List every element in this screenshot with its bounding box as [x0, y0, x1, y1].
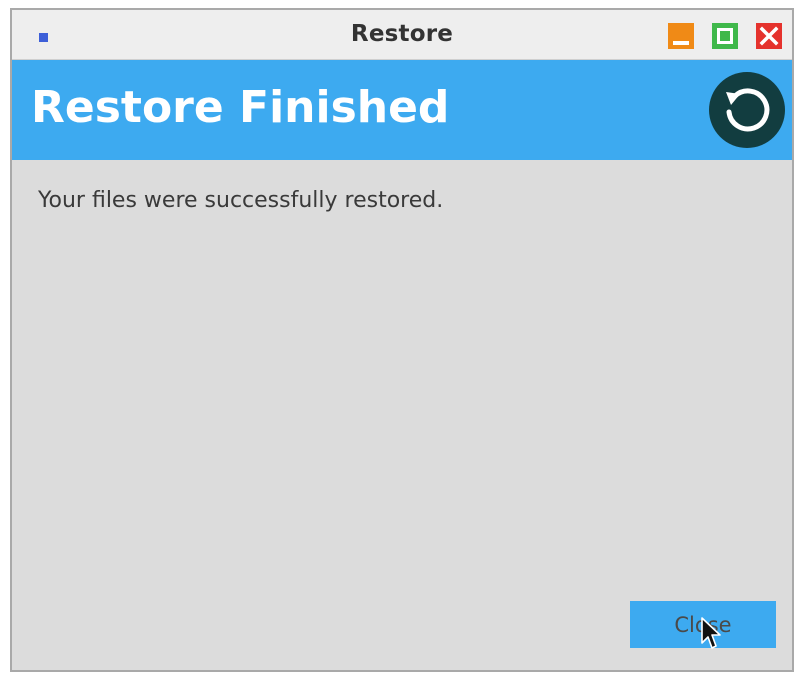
- minimize-button[interactable]: [668, 23, 694, 49]
- restore-dialog-window: Restore Restore Finished Your files were…: [10, 8, 794, 672]
- header-banner: Restore Finished: [12, 60, 792, 160]
- maximize-icon: [717, 28, 733, 44]
- restore-icon: [726, 88, 770, 132]
- header-title: Restore Finished: [31, 82, 450, 133]
- minimize-icon: [673, 41, 689, 45]
- maximize-button[interactable]: [712, 23, 738, 49]
- close-window-button[interactable]: [756, 23, 782, 49]
- close-icon: [759, 26, 779, 46]
- restore-badge: [709, 72, 785, 148]
- close-button[interactable]: Close: [630, 601, 776, 648]
- title-bar[interactable]: Restore: [12, 10, 792, 60]
- status-message: Your files were successfully restored.: [38, 188, 444, 213]
